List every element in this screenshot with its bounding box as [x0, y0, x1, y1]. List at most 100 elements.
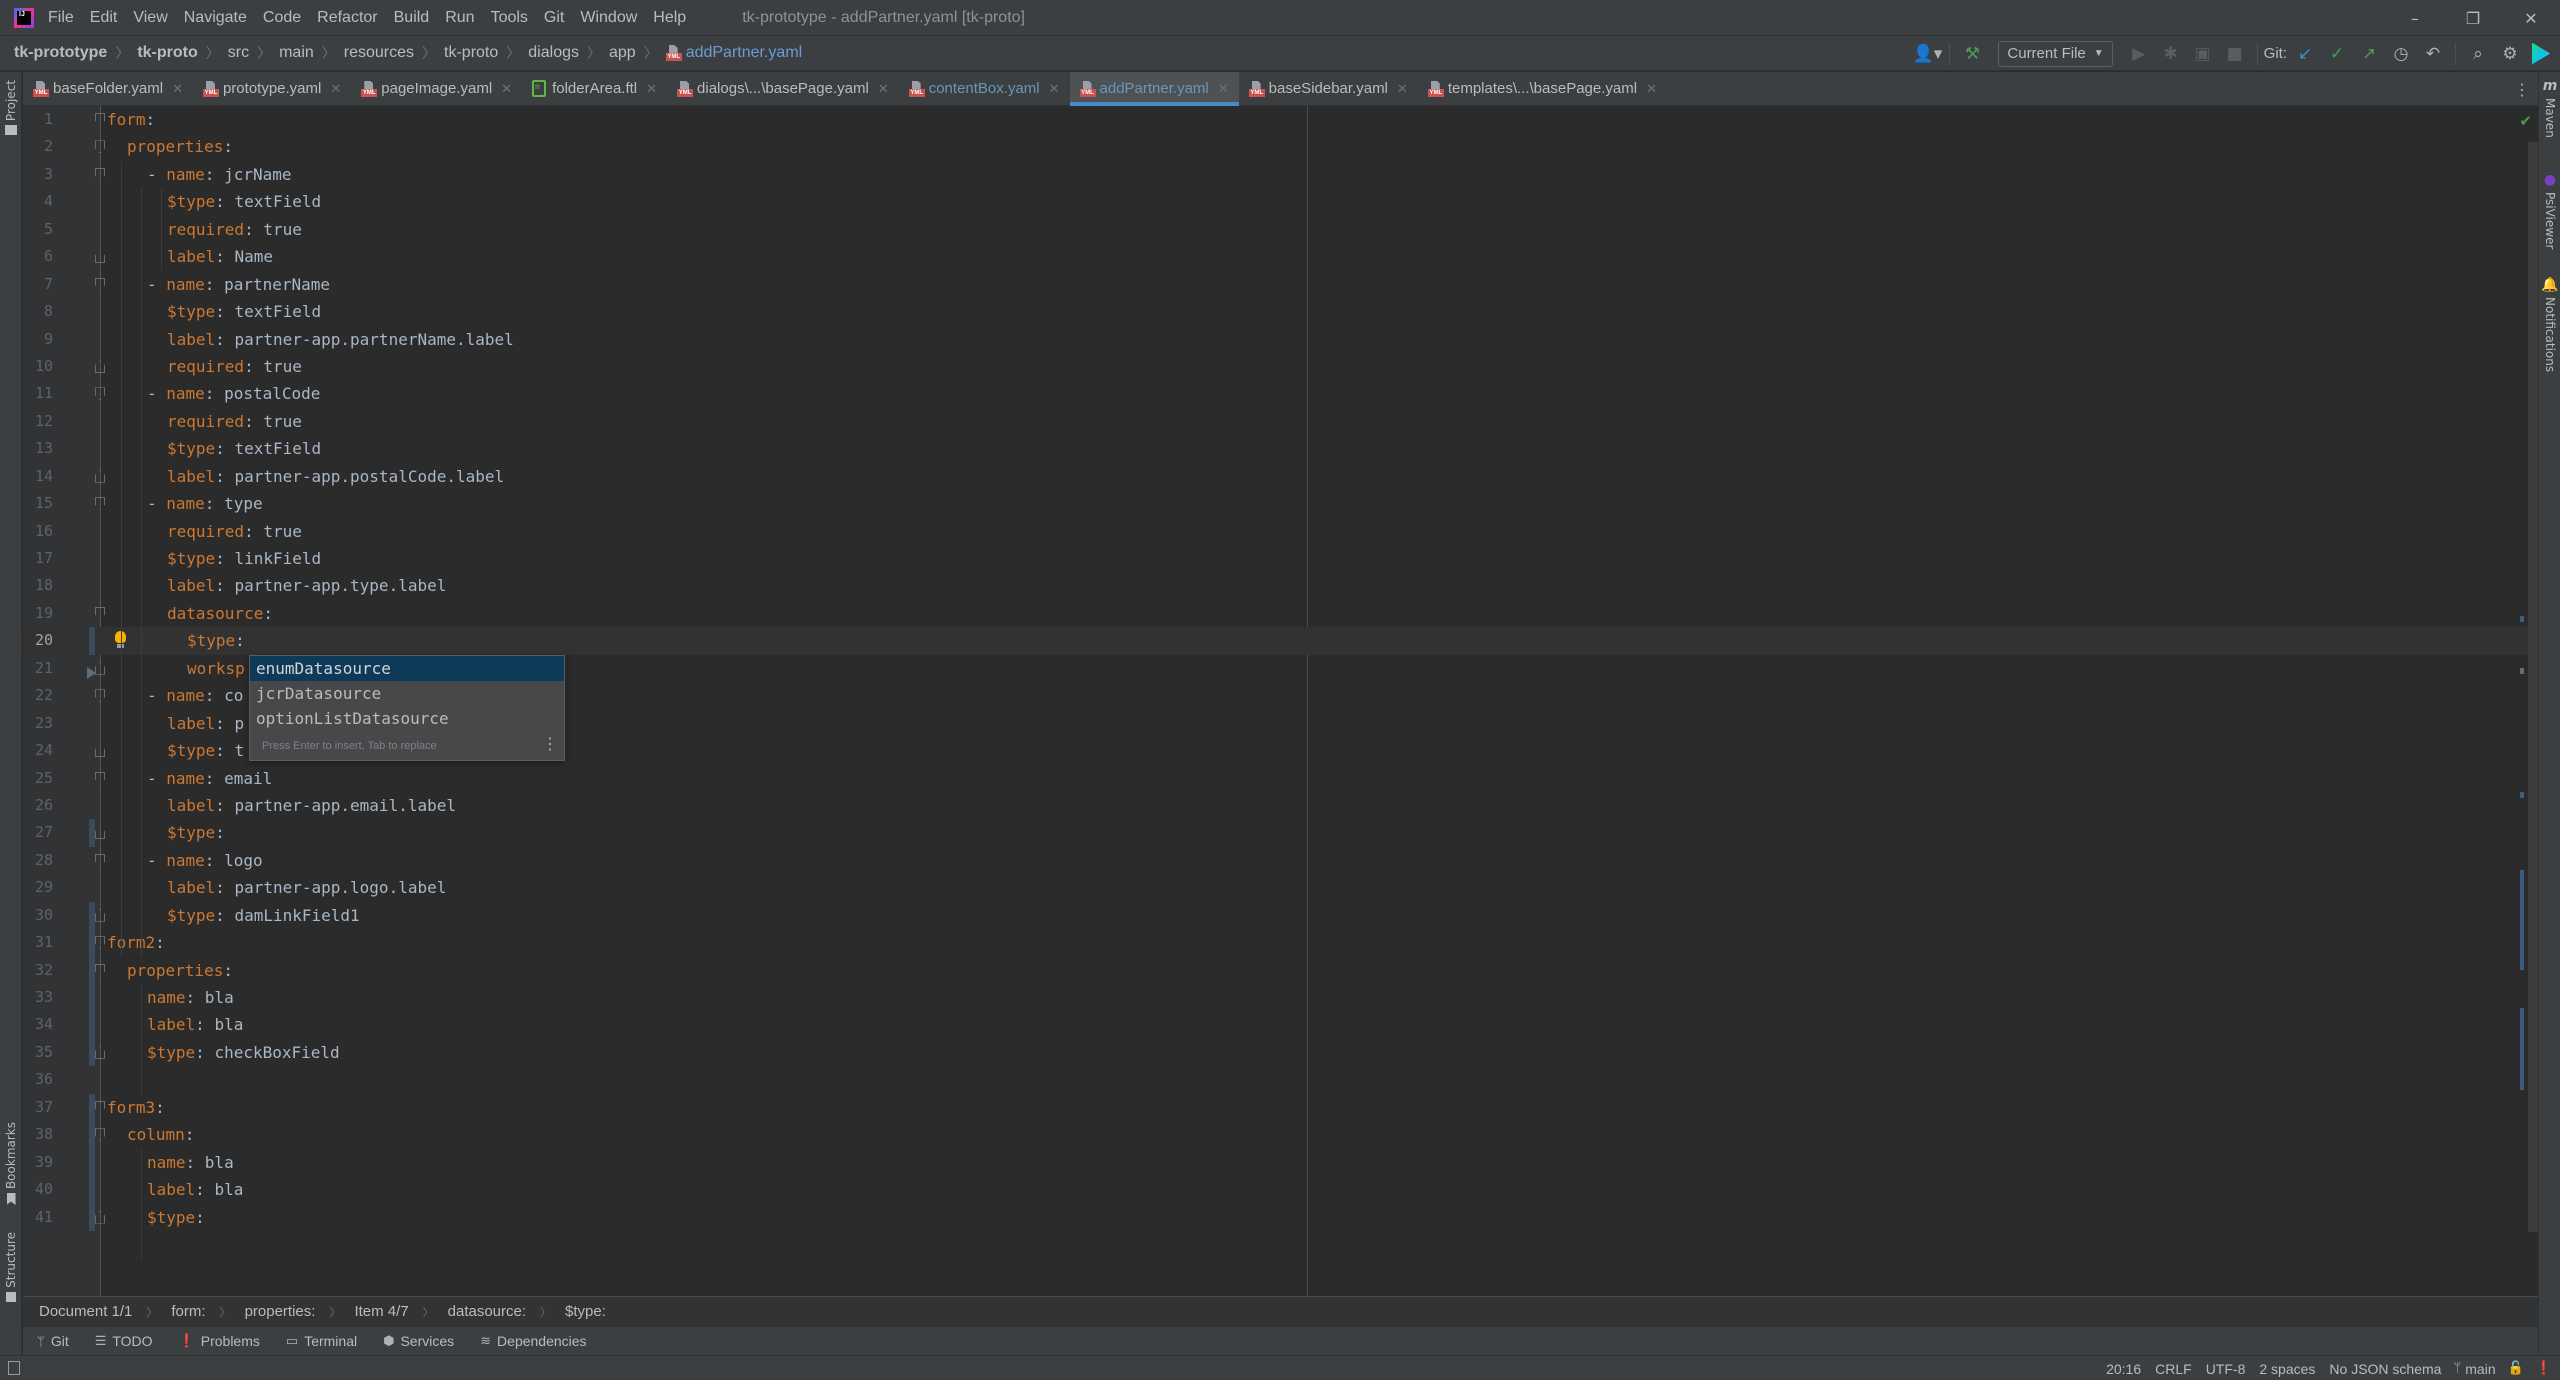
close-icon[interactable]: ✕	[1646, 81, 1657, 97]
line-number[interactable]: 15	[23, 490, 53, 517]
line-number[interactable]: 37	[23, 1094, 53, 1121]
menu-edit[interactable]: Edit	[90, 9, 118, 27]
tab-folderarea[interactable]: folderArea.ftl ✕	[522, 72, 667, 105]
line-number[interactable]: 20	[23, 627, 53, 654]
editor-scrollbar[interactable]	[2528, 142, 2538, 1232]
code-line[interactable]: 10 required: true	[23, 353, 2538, 380]
caret-position[interactable]: 20:16	[2106, 1361, 2141, 1377]
fold-end-icon[interactable]	[95, 250, 105, 264]
code-line[interactable]: 4 $type: textField	[23, 188, 2538, 215]
close-icon[interactable]: ✕	[172, 81, 183, 97]
line-number[interactable]: 8	[23, 298, 53, 325]
line-number[interactable]: 41	[23, 1204, 53, 1231]
fold-end-icon[interactable]	[95, 1045, 105, 1059]
completion-item-jcrdatasource[interactable]: jcrDatasource	[250, 681, 564, 706]
fold-collapse-icon[interactable]	[95, 963, 105, 977]
code-line[interactable]: 11 - name: postalCode	[23, 380, 2538, 407]
breadcrumb-dialogs[interactable]: dialogs	[528, 44, 579, 62]
editor-crumb-document[interactable]: Document 1/1	[39, 1303, 132, 1320]
notifications-tool-tab[interactable]: 🔔 Notifications	[2539, 277, 2560, 372]
git-history-clock-icon[interactable]: ◷	[2385, 44, 2417, 64]
line-number[interactable]: 27	[23, 819, 53, 846]
build-hammer-icon[interactable]: ⚒	[1956, 44, 1988, 64]
vcs-change-marker[interactable]	[89, 1038, 95, 1067]
code-line[interactable]: 33 name: bla	[23, 984, 2538, 1012]
vcs-change-marker[interactable]	[89, 1176, 95, 1204]
structure-tool-tab[interactable]: Structure	[0, 1232, 22, 1302]
code-line[interactable]: 15 - name: type	[23, 490, 2538, 517]
close-icon[interactable]: ✕	[330, 81, 341, 97]
fold-collapse-icon[interactable]	[95, 771, 105, 785]
breadcrumb-app[interactable]: app	[609, 44, 636, 62]
breadcrumb-project[interactable]: tk-prototype	[14, 44, 107, 62]
menu-tools[interactable]: Tools	[491, 9, 528, 27]
toggle-tool-windows-icon[interactable]	[8, 1361, 20, 1375]
line-number[interactable]: 4	[23, 188, 53, 215]
line-number[interactable]: 1	[23, 106, 53, 133]
menu-code[interactable]: Code	[263, 9, 301, 27]
tab-dialogs-basepage[interactable]: YML dialogs\...\basePage.yaml ✕	[667, 72, 899, 105]
unlock-icon[interactable]: 🔓	[2508, 1361, 2524, 1376]
tab-contentbox[interactable]: YML contentBox.yaml ✕	[899, 72, 1070, 105]
code-line[interactable]: 29 label: partner-app.logo.label	[23, 874, 2538, 901]
fold-collapse-icon[interactable]	[95, 1100, 105, 1114]
menu-git[interactable]: Git	[544, 9, 564, 27]
completion-options-kebab-icon[interactable]: ⋮	[542, 736, 558, 754]
code-line[interactable]: 1 form:	[23, 106, 2538, 133]
menu-window[interactable]: Window	[580, 9, 637, 27]
code-line[interactable]: 13 $type: textField	[23, 435, 2538, 462]
breadcrumb-resources[interactable]: resources	[344, 44, 414, 62]
fold-collapse-icon[interactable]	[95, 606, 105, 620]
project-tool-tab[interactable]: Project	[0, 80, 22, 136]
vcs-change-marker[interactable]	[89, 1148, 95, 1177]
breadcrumb-src[interactable]: src	[228, 44, 249, 62]
line-number[interactable]: 31	[23, 929, 53, 956]
code-line[interactable]: 26 label: partner-app.email.label	[23, 792, 2538, 819]
fold-collapse-icon[interactable]	[95, 1128, 105, 1142]
line-number[interactable]: 6	[23, 243, 53, 270]
line-number[interactable]: 21	[23, 655, 53, 682]
git-branch[interactable]: main	[2465, 1361, 2495, 1377]
coverage-icon[interactable]: ▣	[2187, 44, 2219, 64]
tab-templates-basepage[interactable]: YML templates\...\basePage.yaml ✕	[1418, 72, 1667, 105]
gutter-arrow-icon[interactable]	[87, 666, 96, 679]
menu-run[interactable]: Run	[445, 9, 474, 27]
vcs-change-marker[interactable]	[89, 1203, 95, 1231]
line-number[interactable]: 32	[23, 957, 53, 984]
line-number[interactable]: 5	[23, 216, 53, 243]
toolwindow-problems[interactable]: ❗ Problems	[179, 1333, 260, 1349]
fold-end-icon[interactable]	[95, 359, 105, 373]
line-number[interactable]: 16	[23, 518, 53, 545]
line-number[interactable]: 40	[23, 1176, 53, 1203]
inspection-ok-check-icon[interactable]: ✔	[2519, 112, 2532, 130]
code-line[interactable]: 38 column:	[23, 1121, 2538, 1149]
fold-collapse-icon[interactable]	[95, 853, 105, 867]
code-line[interactable]: 12 required: true	[23, 408, 2538, 435]
search-icon[interactable]: ⌕	[2462, 44, 2494, 64]
line-number[interactable]: 18	[23, 572, 53, 599]
run-icon[interactable]: ▶	[2123, 44, 2155, 64]
git-update-icon[interactable]: ↙	[2289, 44, 2321, 64]
code-line[interactable]: 32 properties:	[23, 956, 2538, 984]
line-number[interactable]: 17	[23, 545, 53, 572]
code-line[interactable]: 7 - name: partnerName	[23, 271, 2538, 298]
editor-crumb-item[interactable]: Item 4/7	[354, 1303, 408, 1320]
close-icon[interactable]: ✕	[1397, 81, 1408, 97]
vcs-change-marker[interactable]	[89, 929, 95, 957]
vcs-change-marker[interactable]	[89, 627, 95, 655]
scroll-marker[interactable]	[2520, 668, 2524, 674]
fold-end-icon[interactable]	[95, 908, 105, 922]
close-icon[interactable]: ✕	[1218, 81, 1229, 97]
code-line[interactable]: 35 $type: checkBoxField	[23, 1038, 2538, 1067]
code-line[interactable]: 5 required: true	[23, 216, 2538, 243]
line-number[interactable]: 14	[23, 463, 53, 490]
code-line[interactable]: 16 required: true	[23, 518, 2538, 545]
code-line[interactable]: 37 form3:	[23, 1093, 2538, 1122]
line-number[interactable]: 33	[23, 984, 53, 1011]
code-line[interactable]: 39 name: bla	[23, 1148, 2538, 1177]
line-number[interactable]: 30	[23, 902, 53, 929]
line-number[interactable]: 12	[23, 408, 53, 435]
fold-collapse-icon[interactable]	[95, 689, 105, 703]
line-number[interactable]: 13	[23, 435, 53, 462]
line-number[interactable]: 39	[23, 1149, 53, 1176]
